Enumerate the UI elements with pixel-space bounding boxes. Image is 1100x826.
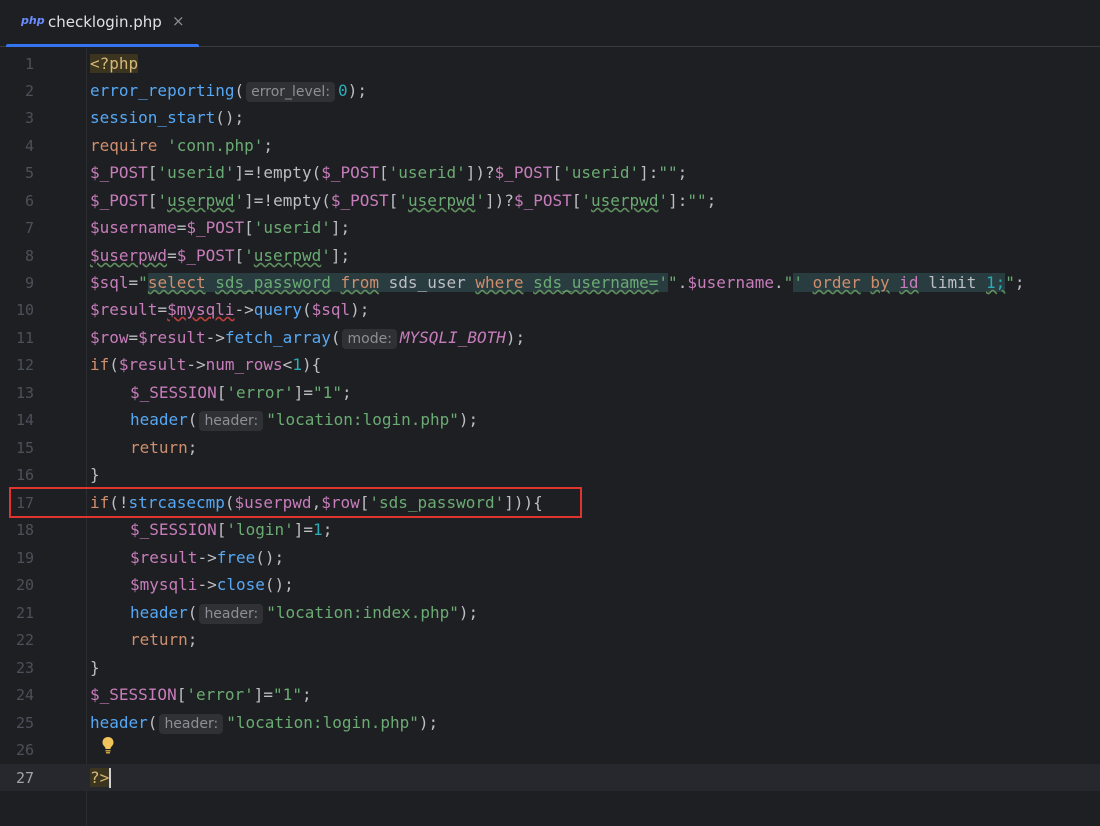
- code-line: 20 $mysqli->close();: [0, 571, 1100, 598]
- parameter-hint: error_level:: [246, 82, 336, 102]
- parameter-hint: header:: [159, 714, 224, 734]
- code-line: 13 $_SESSION['error']="1";: [0, 379, 1100, 406]
- line-number: 8: [24, 247, 34, 265]
- code-text: error_reporting(error_level: 0);: [90, 81, 367, 102]
- line-number: 23: [15, 659, 34, 677]
- code-line: 19 $result->free();: [0, 544, 1100, 571]
- code-line: 8 $userpwd=$_POST['userpwd'];: [0, 242, 1100, 269]
- code-text: $userpwd=$_POST['userpwd'];: [90, 246, 351, 265]
- code-line: 10 $result=$mysqli->query($sql);: [0, 296, 1100, 323]
- line-number: 22: [15, 631, 34, 649]
- code-line: 22 return;: [0, 626, 1100, 653]
- line-number: 7: [24, 219, 34, 237]
- line-number: 27: [15, 769, 34, 787]
- line-number: 1: [24, 55, 34, 73]
- code-text: session_start();: [90, 108, 245, 127]
- code-text: $username=$_POST['userid'];: [90, 218, 351, 237]
- line-number: 20: [15, 576, 34, 594]
- line-number: 10: [15, 301, 34, 319]
- line-number: 14: [15, 411, 34, 429]
- line-number: 11: [15, 329, 34, 347]
- code-text: header(header: "location:login.php");: [90, 713, 439, 734]
- code-line: 3 session_start();: [0, 104, 1100, 131]
- code-text: require 'conn.php';: [90, 136, 274, 155]
- code-line: 4 require 'conn.php';: [0, 132, 1100, 159]
- line-number: 2: [24, 82, 34, 100]
- code-text: $_SESSION['error']="1";: [90, 685, 312, 704]
- tab-label: checklogin.php: [48, 13, 162, 31]
- line-number: 18: [15, 521, 34, 539]
- parameter-hint: mode:: [342, 329, 397, 349]
- line-number: 19: [15, 549, 34, 567]
- code-text: $_POST['userid']=!empty($_POST['userid']…: [90, 163, 688, 182]
- php-file-icon: php: [21, 14, 45, 27]
- parameter-hint: header:: [199, 604, 264, 624]
- code-line: 15 return;: [0, 434, 1100, 461]
- code-text: }: [90, 465, 100, 484]
- code-editor[interactable]: 1 <?php 2 error_reporting(error_level: 0)…: [0, 48, 1100, 826]
- line-number: 3: [24, 109, 34, 127]
- line-number: 26: [15, 741, 34, 759]
- code-line: 16 }: [0, 461, 1100, 488]
- code-text: $mysqli->close();: [130, 575, 294, 594]
- code-text: return;: [130, 438, 198, 457]
- code-text: $_SESSION['login']=1;: [130, 520, 333, 539]
- code-line: 23 }: [0, 654, 1100, 681]
- code-text: <?php: [90, 54, 139, 73]
- code-text: }: [90, 658, 100, 677]
- editor-tab-bar: php checklogin.php ×: [0, 0, 1100, 47]
- code-line: 1 <?php: [0, 50, 1100, 77]
- code-text: $_POST['userpwd']=!empty($_POST['userpwd…: [90, 191, 717, 210]
- code-line: 7 $username=$_POST['userid'];: [0, 214, 1100, 241]
- line-number: 24: [15, 686, 34, 704]
- line-number: 6: [24, 192, 34, 210]
- code-line: 26: [0, 736, 1100, 763]
- active-tab-indicator: [6, 44, 199, 47]
- line-number: 4: [24, 137, 34, 155]
- code-line: 11 $row=$result->fetch_array(mode: MYSQLI…: [0, 324, 1100, 351]
- code-line: 5 $_POST['userid']=!empty($_POST['userid…: [0, 159, 1100, 186]
- code-text: return;: [130, 630, 198, 649]
- lightbulb-icon[interactable]: [101, 736, 115, 754]
- code-text: $_SESSION['error']="1";: [130, 383, 352, 402]
- code-text: header(header: "location:index.php");: [130, 603, 479, 624]
- code-text: $sql="select sds_password from sds_user …: [90, 273, 1025, 292]
- code-text: $result=$mysqli->query($sql);: [90, 300, 370, 319]
- code-text: $row=$result->fetch_array(mode: MYSQLI_BO…: [90, 328, 526, 349]
- line-number: 21: [15, 604, 34, 622]
- code-text: header(header: "location:login.php");: [130, 410, 479, 431]
- line-number: 25: [15, 714, 34, 732]
- line-number: 13: [15, 384, 34, 402]
- code-line: 2 error_reporting(error_level: 0);: [0, 77, 1100, 104]
- close-icon[interactable]: ×: [172, 12, 185, 30]
- code-line: 25 header(header: "location:login.php");: [0, 709, 1100, 736]
- code-text: $result->free();: [130, 548, 285, 567]
- code-line: 14 header(header: "location:login.php");: [0, 406, 1100, 433]
- code-text: ?>: [90, 768, 112, 788]
- code-line-current: 27 ?>: [0, 764, 1100, 791]
- code-line: 6 $_POST['userpwd']=!empty($_POST['userp…: [0, 187, 1100, 214]
- tab-checklogin[interactable]: php checklogin.php ×: [6, 0, 199, 47]
- code-line: 18 $_SESSION['login']=1;: [0, 516, 1100, 543]
- line-number: 9: [24, 274, 34, 292]
- code-line: 21 header(header: "location:index.php");: [0, 599, 1100, 626]
- code-line: 9 $sql="select sds_password from sds_use…: [0, 269, 1100, 296]
- line-number: 16: [15, 466, 34, 484]
- line-number: 12: [15, 356, 34, 374]
- code-text: if($result->num_rows<1){: [90, 355, 322, 374]
- line-number: 5: [24, 164, 34, 182]
- text-caret: [109, 768, 112, 788]
- code-line: 12 if($result->num_rows<1){: [0, 351, 1100, 378]
- parameter-hint: header:: [199, 411, 264, 431]
- line-number: 15: [15, 439, 34, 457]
- code-line: 24 $_SESSION['error']="1";: [0, 681, 1100, 708]
- annotation-highlight-box: [9, 487, 582, 518]
